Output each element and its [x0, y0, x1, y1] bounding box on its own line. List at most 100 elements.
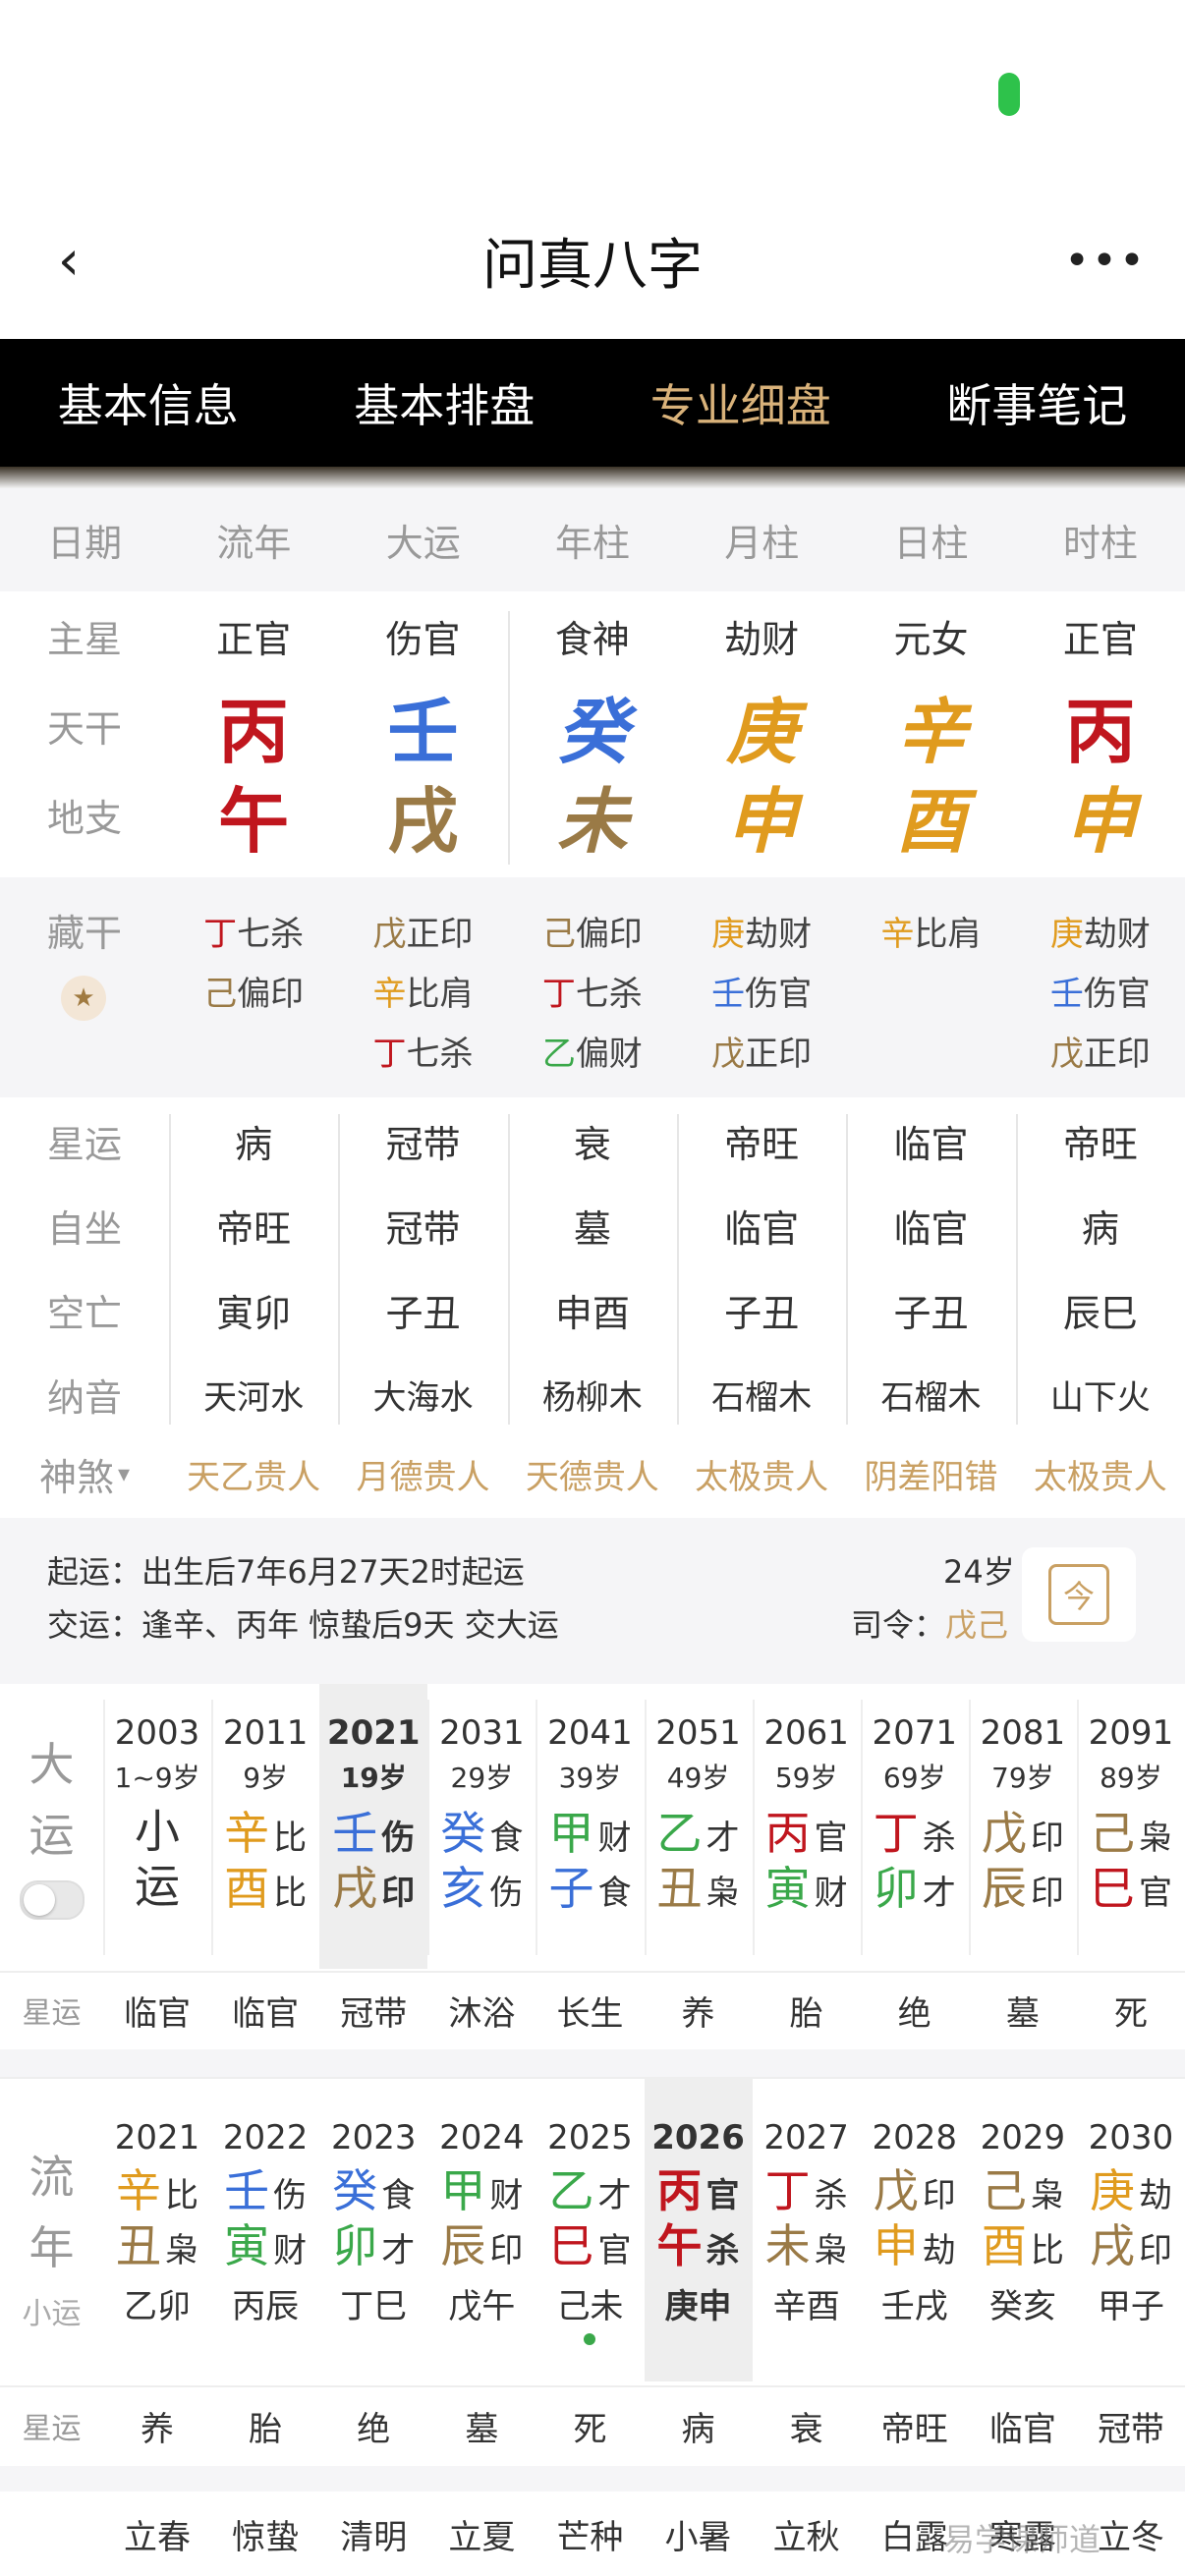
liunian-column[interactable]: 2029 己枭酉比癸亥: [969, 2077, 1077, 2381]
dayun-zhi: 丑: [656, 1862, 703, 1915]
liunian-zhi-shishen: 枭: [165, 2231, 199, 2270]
liunian-zhi-row: 午杀: [657, 2218, 740, 2273]
canggan-item: 庚劫财: [711, 907, 812, 955]
nayin-cell: 石榴木: [711, 1377, 813, 1418]
liunian-year: 2022: [222, 2118, 309, 2157]
dayun-separator: [968, 1700, 971, 1955]
liunian-zhi-shishen: 印: [489, 2231, 524, 2270]
dayun-xingyun-cell: 沐浴: [448, 1993, 516, 2034]
xiaoyun-ganzhi: 己未: [556, 2287, 624, 2326]
liunian-xingyun-label: 星运: [22, 2412, 82, 2446]
dayun-gan-shishen: 才: [705, 1819, 740, 1858]
dayun-xingyun-cell: 胎: [789, 1993, 823, 2034]
dayun-age: 39岁: [558, 1762, 622, 1794]
dayun-zhi-row: 寅财: [765, 1861, 848, 1916]
kongwang-cell: 寅卯: [216, 1291, 292, 1335]
liunian-zhi: 巳: [548, 2219, 594, 2272]
calendar-button[interactable]: 今: [1022, 1547, 1136, 1642]
liunian-column[interactable]: 2025 乙才巳官己未: [536, 2077, 644, 2381]
dayun-column[interactable]: 2031 29岁癸食亥伤: [427, 1684, 536, 1969]
liunian-gan-row: 丁杀: [765, 2163, 848, 2218]
liunian-column[interactable]: 2026 丙官午杀庚申: [644, 2077, 753, 2381]
more-options-button[interactable]: •••: [1061, 236, 1150, 286]
liunian-zhi-row: 寅财: [224, 2218, 307, 2273]
shensha-cell[interactable]: 月德贵人: [338, 1436, 507, 1511]
liunian-zhi-shishen: 比: [1030, 2231, 1064, 2270]
canggan-shishen: 劫财: [745, 915, 813, 954]
liunian-gan-row: 乙才: [548, 2163, 631, 2218]
dayun-age: 89岁: [1100, 1762, 1162, 1794]
liunian-column[interactable]: 2028 戊印申劫壬戌: [861, 2077, 969, 2381]
tab-pro-chart[interactable]: 专业细盘: [592, 339, 889, 467]
dayun-column[interactable]: 2003 1~9岁小运: [103, 1684, 211, 1969]
canggan-cell: 戊正印 辛比肩 丁七杀: [338, 877, 507, 1075]
dizhi-cell: 酉: [895, 778, 967, 863]
shensha-cell[interactable]: 天乙贵人: [169, 1436, 338, 1511]
status-bar: [0, 0, 1185, 196]
liunian-year: 2021: [114, 2118, 200, 2157]
liunian-gan-shishen: 官: [705, 2176, 740, 2215]
liunian-year: 2025: [547, 2118, 633, 2157]
liunian-column[interactable]: 2021 辛比丑枭乙卯: [103, 2077, 211, 2381]
dayun-zhi: 酉: [224, 1862, 270, 1915]
dayun-column[interactable]: 2091 89岁己枭巳官: [1077, 1684, 1185, 1969]
pin-icon[interactable]: ★: [61, 976, 106, 1021]
column-separator: [846, 1114, 849, 1425]
liunian-zhi-shishen: 官: [597, 2231, 632, 2270]
liunian-column[interactable]: 2023 癸食卯才丁巳: [319, 2077, 427, 2381]
dayun-column[interactable]: 2011 9岁辛比酉比: [211, 1684, 319, 1969]
liunian-xingyun-cell: 胎: [249, 2409, 283, 2449]
liunian-column[interactable]: 2024 甲财辰印戊午: [427, 2077, 536, 2381]
dayun-column[interactable]: 2061 59岁丙官寅财: [753, 1684, 861, 1969]
liunian-zhi: 申: [873, 2219, 919, 2272]
nayin-cell: 山下火: [1049, 1377, 1151, 1418]
canggan-cell: 庚劫财 壬伤官 戊正印: [677, 877, 846, 1075]
dayun-column[interactable]: 2051 49岁乙才丑枭: [645, 1684, 753, 1969]
dayun-column[interactable]: 2041 39岁甲财子食: [536, 1684, 644, 1969]
liunian-column[interactable]: 2030 庚劫戌印甲子: [1077, 2077, 1185, 2381]
dayun-column[interactable]: 2071 69岁丁杀卯才: [861, 1684, 969, 1969]
canggan-shishen: 比肩: [406, 975, 474, 1014]
shensha-cell[interactable]: 天德贵人: [508, 1436, 677, 1511]
dayun-column[interactable]: 2021 19岁壬伤戌印: [319, 1684, 428, 1969]
xingyun-cell: 衰: [573, 1122, 611, 1166]
dayun-zhi-row: 丑枭: [657, 1861, 740, 1916]
canggan-stem: 辛: [372, 975, 407, 1014]
kongwang-cell: 子丑: [893, 1291, 969, 1335]
xiaoyun-toggle[interactable]: [20, 1880, 85, 1920]
canggan-label: 藏干: [46, 911, 122, 955]
dayun-year: 2071: [872, 1713, 957, 1753]
tiangan-cell: 辛: [895, 689, 967, 773]
dayun-gan-row: 己枭: [1090, 1806, 1172, 1861]
dayun-zhi-row: 酉比: [224, 1861, 307, 1916]
column-separator: [677, 1114, 679, 1425]
liunian-column[interactable]: 2027 丁杀未枭辛酉: [753, 2077, 861, 2381]
dayun-column[interactable]: 2081 79岁戊印辰印: [969, 1684, 1077, 1969]
shensha-label[interactable]: 神煞 ▾: [0, 1436, 169, 1511]
tab-basic-info[interactable]: 基本信息: [0, 339, 297, 467]
liunian-year: 2027: [763, 2118, 849, 2157]
dayun-gan-shishen: 枭: [1138, 1819, 1172, 1858]
liunian-zhi: 辰: [440, 2219, 486, 2272]
canggan-item: 乙偏财: [542, 1027, 643, 1075]
shensha-cell[interactable]: 太极贵人: [1016, 1436, 1185, 1511]
liunian-gan-shishen: 枭: [1030, 2176, 1064, 2215]
liunian-zhi: 丑: [116, 2219, 162, 2272]
canggan-item: 壬伤官: [1050, 967, 1151, 1015]
liunian-zhi-shishen: 劫: [922, 2231, 956, 2270]
canggan-shishen: 偏印: [575, 915, 643, 954]
dayun-gan-shishen: 杀: [922, 1819, 956, 1858]
shensha-cell[interactable]: 太极贵人: [677, 1436, 846, 1511]
dayun-age: 9岁: [243, 1762, 289, 1794]
shensha-cell[interactable]: 阴差阳错: [846, 1436, 1015, 1511]
liunian-gan: 辛: [116, 2164, 162, 2217]
dayun-zhi-shishen: 财: [814, 1874, 848, 1913]
liunian-year: 2024: [439, 2118, 525, 2157]
zizuo-cell: 冠带: [385, 1206, 461, 1251]
tab-basic-chart[interactable]: 基本排盘: [297, 339, 593, 467]
section-gap: [0, 2466, 1185, 2492]
tab-notes[interactable]: 断事笔记: [889, 339, 1185, 467]
liunian-xingyun-cell: 帝旺: [880, 2409, 948, 2449]
liunian-column[interactable]: 2022 壬伤寅财丙辰: [211, 2077, 319, 2381]
liunian-gan-row: 辛比: [116, 2163, 198, 2218]
